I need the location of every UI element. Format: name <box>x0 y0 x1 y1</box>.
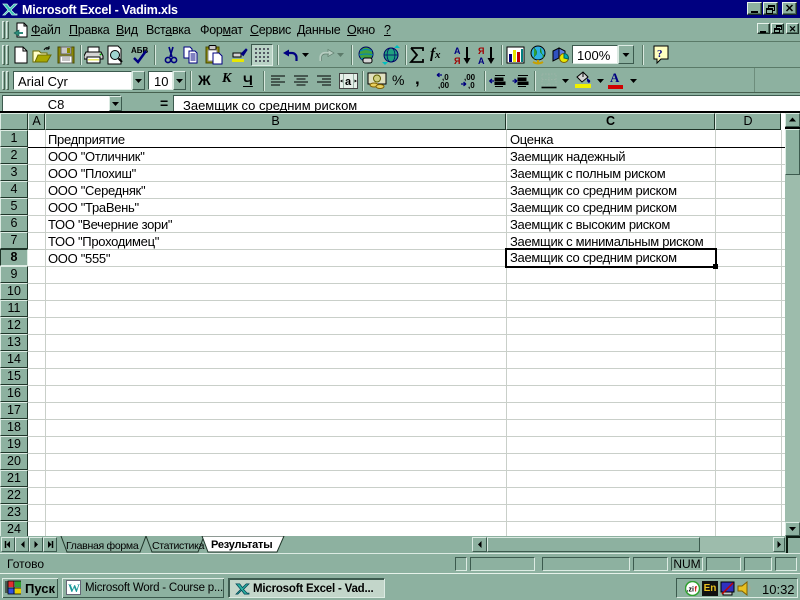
svg-text:а: а <box>345 76 352 88</box>
svg-text:,0: ,0 <box>468 81 475 89</box>
svg-text:А: А <box>478 56 485 65</box>
svg-text:А: А <box>454 46 461 56</box>
svg-text:Я: Я <box>478 46 484 56</box>
svg-text:Я: Я <box>454 56 460 65</box>
svg-text:.zi: .zi <box>687 587 694 594</box>
svg-text:АБВ: АБВ <box>131 46 149 55</box>
svg-text:?: ? <box>657 48 663 60</box>
svg-text:,00: ,00 <box>438 81 450 89</box>
